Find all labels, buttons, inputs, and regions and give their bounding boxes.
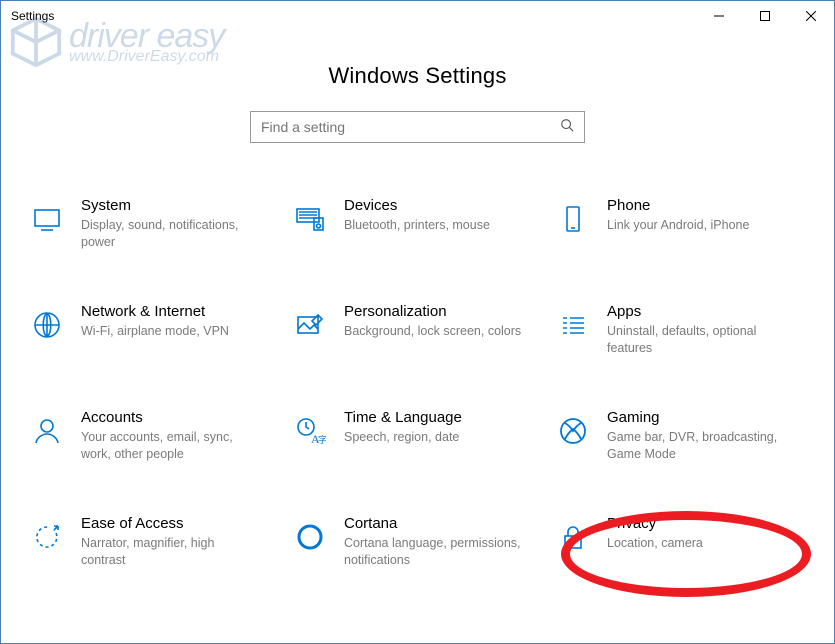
tile-title: Time & Language (344, 409, 462, 426)
tile-accounts[interactable]: Accounts Your accounts, email, sync, wor… (27, 409, 282, 469)
titlebar: Settings (1, 1, 834, 31)
maximize-icon (760, 11, 770, 21)
maximize-button[interactable] (742, 1, 788, 31)
tile-ease-of-access[interactable]: Ease of Access Narrator, magnifier, high… (27, 515, 282, 575)
window-controls (696, 1, 834, 31)
tile-desc: Bluetooth, printers, mouse (344, 217, 490, 234)
tile-personalization[interactable]: Personalization Background, lock screen,… (290, 303, 545, 363)
devices-icon (290, 199, 330, 239)
tile-system[interactable]: System Display, sound, notifications, po… (27, 197, 282, 257)
minimize-icon (714, 11, 724, 21)
tile-cortana[interactable]: Cortana Cortana language, permissions, n… (290, 515, 545, 575)
tile-desc: Your accounts, email, sync, work, other … (81, 429, 261, 463)
tile-title: System (81, 197, 261, 214)
tile-desc: Narrator, magnifier, high contrast (81, 535, 261, 569)
page-title: Windows Settings (1, 63, 834, 89)
tile-desc: Background, lock screen, colors (344, 323, 521, 340)
tile-title: Network & Internet (81, 303, 229, 320)
tile-time-language[interactable]: A字 Time & Language Speech, region, date (290, 409, 545, 469)
tile-desc: Wi-Fi, airplane mode, VPN (81, 323, 229, 340)
svg-text:字: 字 (318, 434, 326, 445)
tile-title: Devices (344, 197, 490, 214)
tile-privacy[interactable]: Privacy Location, camera (553, 515, 808, 575)
search-container (1, 111, 834, 143)
tile-phone[interactable]: Phone Link your Android, iPhone (553, 197, 808, 257)
apps-icon (553, 305, 593, 345)
xbox-icon (553, 411, 593, 451)
tile-gaming[interactable]: Gaming Game bar, DVR, broadcasting, Game… (553, 409, 808, 469)
tile-title: Ease of Access (81, 515, 261, 532)
search-icon[interactable] (560, 118, 574, 137)
tile-devices[interactable]: Devices Bluetooth, printers, mouse (290, 197, 545, 257)
tile-desc: Speech, region, date (344, 429, 462, 446)
lock-icon (553, 517, 593, 557)
tile-title: Phone (607, 197, 749, 214)
window-title: Settings (11, 9, 54, 23)
tile-desc: Cortana language, permissions, notificat… (344, 535, 524, 569)
paint-icon (290, 305, 330, 345)
tile-title: Gaming (607, 409, 787, 426)
person-icon (27, 411, 67, 451)
tile-desc: Uninstall, defaults, optional features (607, 323, 787, 357)
tile-desc: Location, camera (607, 535, 703, 552)
close-icon (806, 11, 816, 21)
close-button[interactable] (788, 1, 834, 31)
ease-of-access-icon (27, 517, 67, 557)
globe-icon (27, 305, 67, 345)
tile-apps[interactable]: Apps Uninstall, defaults, optional featu… (553, 303, 808, 363)
search-input[interactable] (261, 119, 560, 135)
search-box[interactable] (250, 111, 585, 143)
tile-desc: Link your Android, iPhone (607, 217, 749, 234)
tile-title: Personalization (344, 303, 521, 320)
phone-icon (553, 199, 593, 239)
tile-desc: Game bar, DVR, broadcasting, Game Mode (607, 429, 787, 463)
tile-desc: Display, sound, notifications, power (81, 217, 261, 251)
tile-title: Cortana (344, 515, 524, 532)
tile-title: Accounts (81, 409, 261, 426)
time-language-icon: A字 (290, 411, 330, 451)
settings-tiles: System Display, sound, notifications, po… (1, 143, 834, 575)
cortana-icon (290, 517, 330, 557)
tile-title: Apps (607, 303, 787, 320)
minimize-button[interactable] (696, 1, 742, 31)
tile-network[interactable]: Network & Internet Wi-Fi, airplane mode,… (27, 303, 282, 363)
system-icon (27, 199, 67, 239)
tile-title: Privacy (607, 515, 703, 532)
